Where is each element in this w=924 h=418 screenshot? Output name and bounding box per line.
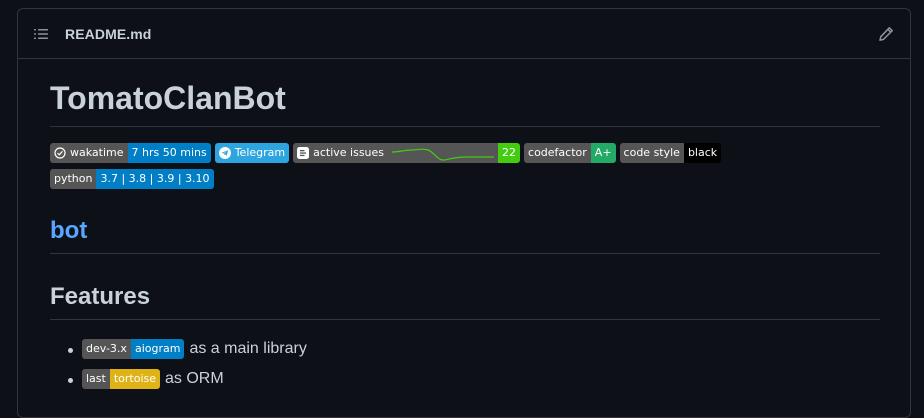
python-badge[interactable]: python 3.7 | 3.8 | 3.9 | 3.10 bbox=[50, 169, 214, 190]
python-badge-value: 3.7 | 3.8 | 3.9 | 3.10 bbox=[96, 169, 214, 190]
tortoise-badge[interactable]: last tortoise bbox=[82, 369, 161, 390]
telegram-icon bbox=[218, 147, 231, 160]
aiogram-badge-label: dev-3.x bbox=[82, 339, 131, 360]
wakatime-badge-value: 7 hrs 50 mins bbox=[127, 143, 211, 164]
active-issues-badge-label: active issues bbox=[313, 146, 385, 160]
file-name: README.md bbox=[65, 25, 152, 42]
tortoise-badge-label: last bbox=[82, 369, 110, 390]
readme-container: README.md TomatoClanBot wakatime 7 hrs 5… bbox=[17, 8, 911, 418]
badge-row-1: wakatime 7 hrs 50 mins Telegram active i… bbox=[50, 143, 880, 164]
list-item: last tortoise as ORM bbox=[68, 364, 880, 394]
code-style-badge-label: code style bbox=[619, 143, 684, 164]
codefactor-badge-label: codefactor bbox=[524, 143, 591, 164]
markdown-body: TomatoClanBot wakatime 7 hrs 50 mins Tel… bbox=[50, 60, 880, 394]
codefactor-badge[interactable]: codefactor A+ bbox=[524, 143, 616, 164]
issues-sparkline bbox=[392, 148, 495, 161]
active-issues-badge[interactable]: active issues 22 bbox=[293, 143, 521, 164]
list-item-text: as ORM bbox=[165, 370, 224, 388]
features-heading: Features bbox=[50, 282, 880, 321]
active-issues-badge-value: 22 bbox=[498, 143, 521, 164]
wakatime-badge-label: wakatime bbox=[70, 146, 124, 160]
tortoise-badge-value: tortoise bbox=[109, 369, 161, 390]
code-style-badge[interactable]: code style black bbox=[619, 143, 722, 164]
list-unordered-icon[interactable] bbox=[33, 26, 49, 42]
python-badge-label: python bbox=[50, 169, 97, 190]
aiogram-badge[interactable]: dev-3.x aiogram bbox=[82, 339, 185, 360]
badge-row-2: python 3.7 | 3.8 | 3.9 | 3.10 bbox=[50, 169, 880, 190]
telegram-badge[interactable]: Telegram bbox=[214, 143, 290, 164]
clock-icon bbox=[54, 147, 66, 159]
telegram-badge-label: Telegram bbox=[234, 146, 286, 160]
pencil-icon[interactable] bbox=[878, 26, 894, 42]
codefactor-badge-value: A+ bbox=[590, 143, 616, 164]
page-title: TomatoClanBot bbox=[50, 80, 880, 128]
list-item-text: as a main library bbox=[189, 340, 307, 358]
bot-heading-link[interactable]: bot bbox=[50, 216, 880, 255]
code-style-badge-value: black bbox=[683, 143, 722, 164]
readme-header: README.md bbox=[18, 9, 910, 59]
list-item: dev-3.x aiogram as a main library bbox=[68, 334, 880, 364]
features-list: dev-3.x aiogram as a main library last t… bbox=[50, 334, 880, 394]
wakatime-badge[interactable]: wakatime 7 hrs 50 mins bbox=[50, 143, 211, 164]
deepsource-icon bbox=[297, 147, 310, 160]
aiogram-badge-value: aiogram bbox=[130, 339, 185, 360]
